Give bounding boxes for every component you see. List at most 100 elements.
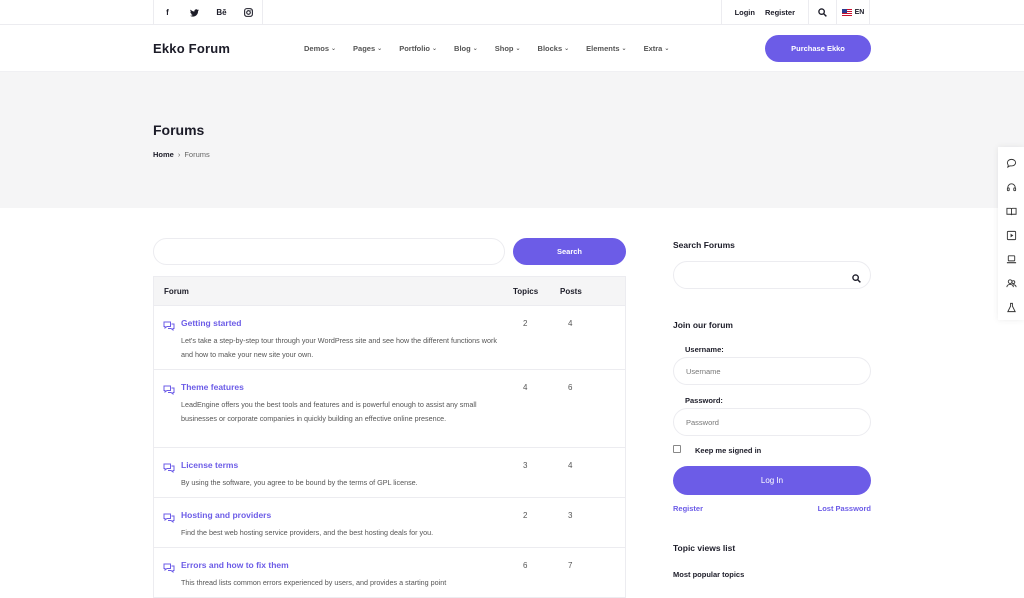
forum-description: Let's take a step-by-step tour through y…	[181, 336, 497, 359]
nav-item-portfolio[interactable]: Portfolio ⌄	[399, 44, 437, 53]
nav-item-elements[interactable]: Elements ⌄	[586, 44, 626, 53]
forum-chat-icon	[163, 560, 175, 573]
chevron-down-icon: ⌄	[621, 46, 627, 52]
join-forum-title: Join our forum	[673, 320, 733, 330]
column-header-posts: Posts	[560, 286, 582, 296]
forum-search-button[interactable]: Search	[513, 238, 626, 265]
search-icon[interactable]	[852, 270, 861, 288]
behance-icon[interactable]: Bē	[208, 0, 235, 25]
chevron-down-icon: ⌄	[432, 46, 438, 52]
forum-description: Find the best web hosting service provid…	[181, 528, 434, 537]
headset-icon[interactable]	[1003, 179, 1019, 196]
top-bar: f Bē Login Register EN	[0, 0, 1024, 25]
topic-views-title: Topic views list	[673, 543, 736, 553]
password-placeholder: Password	[686, 417, 719, 427]
column-header-forum: Forum	[164, 286, 189, 296]
nav-item-shop[interactable]: Shop ⌄	[495, 44, 521, 53]
forum-chat-icon	[163, 382, 175, 395]
register-link[interactable]: Register	[673, 504, 703, 513]
search-icon[interactable]	[809, 0, 837, 25]
table-row: Theme features LeadEngine offers you the…	[154, 369, 625, 447]
table-row: Errors and how to fix them This thread l…	[154, 547, 625, 597]
forum-title-link[interactable]: License terms	[181, 460, 238, 470]
search-forums-title: Search Forums	[673, 240, 735, 250]
forum-description: By using the software, you agree to be b…	[181, 478, 418, 487]
nav-item-blog[interactable]: Blog ⌄	[454, 44, 478, 53]
main-header: Ekko Forum Demos ⌄ Pages ⌄ Portfolio ⌄ Blog…	[0, 26, 1024, 72]
page-hero: Forums Home › Forums	[0, 72, 1024, 208]
flask-icon[interactable]	[1003, 299, 1019, 316]
twitter-icon[interactable]	[181, 0, 208, 25]
nav-item-extra[interactable]: Extra ⌄	[644, 44, 670, 53]
nav-label: Elements	[586, 44, 620, 53]
chevron-down-icon: ⌄	[664, 46, 670, 52]
site-logo[interactable]: Ekko Forum	[153, 41, 230, 56]
instagram-icon[interactable]	[235, 0, 262, 25]
posts-count: 7	[568, 561, 573, 570]
lost-password-link[interactable]: Lost Password	[818, 504, 871, 513]
nav-label: Shop	[494, 44, 514, 53]
forum-chat-icon	[163, 510, 175, 523]
topics-count: 4	[523, 383, 528, 392]
password-field[interactable]: Password	[673, 408, 871, 436]
main-nav: Demos ⌄ Pages ⌄ Portfolio ⌄ Blog ⌄ Shop ⌄ Blo…	[304, 44, 669, 53]
nav-item-demos[interactable]: Demos ⌄	[304, 44, 336, 53]
breadcrumb-home[interactable]: Home	[153, 150, 174, 159]
log-in-button[interactable]: Log In	[673, 466, 871, 495]
username-label: Username:	[685, 345, 724, 354]
table-row: Getting started Let's take a step-by-ste…	[154, 305, 625, 369]
top-right-links: Login Register EN	[720, 0, 870, 25]
username-field[interactable]: Username	[673, 357, 871, 385]
video-icon[interactable]	[1003, 227, 1019, 244]
forum-description: This thread lists common errors experien…	[181, 578, 447, 587]
page-title: Forums	[153, 122, 205, 138]
forum-title-link[interactable]: Getting started	[181, 318, 241, 328]
users-icon[interactable]	[1003, 275, 1019, 292]
username-placeholder: Username	[686, 366, 721, 376]
password-label: Password:	[685, 396, 723, 405]
posts-count: 3	[568, 511, 573, 520]
chat-bubble-icon[interactable]	[1003, 155, 1019, 172]
topics-count: 3	[523, 461, 528, 470]
register-link[interactable]: Register	[765, 8, 795, 17]
social-links: f Bē	[153, 0, 263, 25]
chevron-down-icon: ⌄	[331, 46, 337, 52]
posts-count: 6	[568, 383, 573, 392]
book-icon[interactable]	[1003, 203, 1019, 220]
posts-count: 4	[568, 319, 573, 328]
chevron-down-icon: ⌄	[515, 46, 521, 52]
keep-signed-in-label[interactable]: Keep me signed in	[695, 446, 761, 455]
forum-table: Forum Topics Posts Getting started Let's…	[153, 276, 626, 598]
forum-title-link[interactable]: Theme features	[181, 382, 244, 392]
forum-title-link[interactable]: Errors and how to fix them	[181, 560, 289, 570]
laptop-icon[interactable]	[1003, 251, 1019, 268]
nav-label: Portfolio	[399, 44, 431, 53]
nav-label: Demos	[304, 44, 330, 53]
forum-title-link[interactable]: Hosting and providers	[181, 510, 271, 520]
chevron-down-icon: ⌄	[564, 46, 570, 52]
keep-signed-in-checkbox[interactable]	[673, 445, 681, 453]
forum-search-input[interactable]	[153, 238, 505, 265]
language-switcher[interactable]: EN	[837, 0, 870, 25]
posts-count: 4	[568, 461, 573, 470]
nav-item-blocks[interactable]: Blocks ⌄	[538, 44, 570, 53]
nav-label: Extra	[643, 44, 663, 53]
breadcrumb-current: Forums	[184, 150, 210, 159]
topics-count: 2	[523, 319, 528, 328]
table-row: License terms By using the software, you…	[154, 447, 625, 497]
forum-description: LeadEngine offers you the best tools and…	[181, 400, 477, 423]
purchase-button[interactable]: Purchase Ekko	[765, 35, 871, 62]
topics-count: 2	[523, 511, 528, 520]
topics-count: 6	[523, 561, 528, 570]
table-header: Forum Topics Posts	[154, 277, 625, 305]
nav-item-pages[interactable]: Pages ⌄	[353, 44, 382, 53]
us-flag-icon	[841, 9, 852, 16]
login-link[interactable]: Login	[735, 8, 755, 17]
table-row: Hosting and providers Find the best web …	[154, 497, 625, 547]
facebook-icon[interactable]: f	[154, 0, 181, 25]
sidebar-search-input[interactable]	[673, 261, 871, 289]
column-header-topics: Topics	[513, 286, 539, 296]
nav-label: Pages	[353, 44, 376, 53]
floating-side-dock	[998, 147, 1024, 320]
most-popular-topics-link[interactable]: Most popular topics	[673, 570, 744, 579]
